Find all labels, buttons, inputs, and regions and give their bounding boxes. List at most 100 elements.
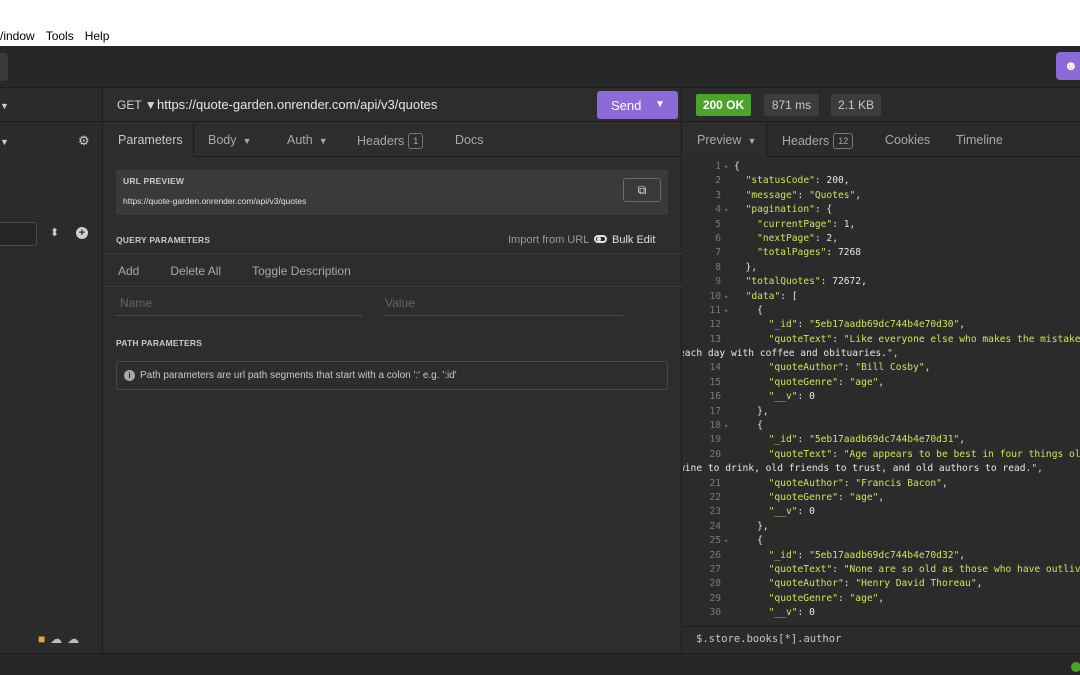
online-indicator: [1071, 662, 1080, 672]
tab-docs[interactable]: Docs: [455, 123, 483, 157]
code-line: 14 "quoteAuthor": "Bill Cosby",: [683, 361, 1080, 375]
size-badge: 2.1 KB: [831, 94, 881, 116]
fold-icon[interactable]: ▾: [724, 290, 728, 304]
menu-window[interactable]: /indow: [0, 29, 35, 43]
param-value-input[interactable]: Value: [383, 292, 623, 316]
delete-all-button[interactable]: Delete All: [170, 264, 221, 278]
line-number: 13: [709, 333, 721, 345]
code-line: 23 "__v": 0: [683, 505, 1080, 519]
code-text: "quoteAuthor": "Francis Bacon",: [768, 477, 948, 489]
line-number: 22: [709, 491, 721, 503]
tab-cookies[interactable]: Cookies: [885, 123, 930, 157]
info-icon: i: [124, 370, 135, 381]
send-dropdown-icon[interactable]: ▼: [655, 99, 665, 110]
tab-parameters[interactable]: Parameters: [103, 123, 193, 157]
url-bar: GET ▼ https://quote-garden.onrender.com/…: [103, 88, 682, 122]
method-select[interactable]: GET ▼: [117, 98, 157, 112]
tab-body[interactable]: Body ▼: [208, 123, 251, 157]
fold-icon[interactable]: ▾: [724, 304, 728, 318]
menu-help[interactable]: Help: [85, 29, 110, 43]
tab-headers[interactable]: Headers 1: [357, 123, 424, 157]
code-text: "totalQuotes": 72672,: [745, 276, 867, 288]
send-button[interactable]: Send ▼: [597, 91, 678, 119]
code-line: 7 "totalPages": 7268: [683, 246, 1080, 260]
line-number: 3: [715, 189, 721, 201]
code-line: 12 "_id": "5eb17aadb69dc744b4e70d30",: [683, 318, 1080, 332]
code-text: "totalPages": 7268: [757, 247, 862, 259]
time-badge: 871 ms: [764, 94, 819, 116]
fold-icon[interactable]: ▾: [724, 534, 728, 548]
line-number: 20: [709, 448, 721, 460]
sidebar-filter-input[interactable]: [0, 222, 37, 246]
sidebar-header[interactable]: ▼: [0, 88, 103, 122]
toggle-description-button[interactable]: Toggle Description: [252, 264, 351, 278]
cloud-sync-icon[interactable]: ☁: [67, 632, 79, 646]
code-text: {: [734, 161, 740, 172]
cloud-icon[interactable]: ☁: [50, 632, 62, 646]
url-input[interactable]: https://quote-garden.onrender.com/api/v3…: [157, 97, 437, 112]
code-text: },: [734, 520, 769, 532]
code-text: "quoteAuthor": "Bill Cosby",: [768, 362, 931, 374]
tab-timeline[interactable]: Timeline: [956, 123, 1003, 157]
line-number: 24: [709, 520, 721, 532]
cube-icon[interactable]: ■: [38, 632, 45, 646]
tab-response-headers[interactable]: Headers 12: [782, 123, 854, 157]
user-icon: ☻: [1064, 58, 1078, 73]
code-text: "pagination": {: [745, 204, 833, 216]
code-line: 2 "statusCode": 200,: [683, 174, 1080, 188]
bulk-edit-toggle[interactable]: [594, 235, 607, 243]
request-pane: GET ▼ https://quote-garden.onrender.com/…: [103, 88, 682, 653]
code-text: "nextPage": 2,: [757, 232, 838, 244]
sidebar: ▼ ▼ ⚙ ⬍ + ■ ☁ ☁: [0, 88, 103, 653]
line-number: 16: [709, 391, 721, 403]
line-number: 7: [715, 247, 721, 259]
invite-user-button[interactable]: ☻: [1056, 52, 1080, 80]
code-line: 19 "_id": "5eb17aadb69dc744b4e70d31",: [683, 433, 1080, 447]
path-params-notice: i Path parameters are url path segments …: [116, 361, 668, 390]
url-preview-value: https://quote-garden.onrender.com/api/v3…: [123, 196, 307, 206]
tab-auth[interactable]: Auth ▼: [287, 123, 328, 157]
line-number: 14: [709, 362, 721, 374]
line-number: 23: [709, 506, 721, 518]
bulk-edit-button[interactable]: Bulk Edit: [612, 234, 655, 246]
code-line: 16 "__v": 0: [683, 390, 1080, 404]
fold-icon[interactable]: ▾: [724, 203, 728, 217]
code-line: 10 ▾ "data": [: [683, 290, 1080, 304]
fold-icon[interactable]: ▾: [724, 160, 728, 174]
code-line: 30 "__v": 0: [683, 606, 1080, 620]
code-line: 28 "quoteAuthor": "Henry David Thoreau",: [683, 577, 1080, 591]
code-text: "message": "Quotes",: [745, 189, 862, 201]
code-text: "__v": 0: [768, 391, 815, 403]
environment-dropdown-icon[interactable]: ▼: [0, 137, 9, 147]
code-text: "quoteAuthor": "Henry David Thoreau",: [768, 578, 983, 590]
code-line: 25 ▾ {: [683, 534, 1080, 548]
status-bar: [0, 653, 1080, 675]
gear-icon[interactable]: ⚙: [78, 133, 90, 149]
sort-icon[interactable]: ⬍: [50, 226, 59, 239]
code-line-wrap: each day with coffee and obituaries.",: [683, 347, 1080, 361]
add-request-icon[interactable]: +: [76, 227, 88, 239]
code-text: "quoteText": "None are so old as those w…: [768, 563, 1080, 575]
fold-icon[interactable]: ▾: [724, 419, 728, 433]
line-number: 26: [709, 549, 721, 561]
code-line: 3 "message": "Quotes",: [683, 189, 1080, 203]
code-text: "currentPage": 1,: [757, 218, 856, 230]
response-filter-input[interactable]: $.store.books[*].author: [696, 633, 841, 645]
code-line: 9 "totalQuotes": 72672,: [683, 275, 1080, 289]
workspace-button[interactable]: [0, 53, 8, 81]
tab-preview[interactable]: Preview ▼: [683, 123, 767, 157]
response-body[interactable]: 1 ▾{2 "statusCode": 200, 3 "message": "Quo…: [683, 160, 1080, 621]
request-tabs: Parameters Body ▼ Auth ▼ Headers 1 Docs: [103, 123, 682, 157]
code-text: {: [734, 420, 763, 432]
code-line: 6 "nextPage": 2,: [683, 232, 1080, 246]
line-number: 9: [715, 276, 721, 288]
response-filter[interactable]: $.store.books[*].author: [683, 626, 1080, 653]
import-from-url-button[interactable]: Import from URL: [508, 234, 589, 246]
response-tabs: Preview ▼ Headers 12 Cookies Timeline: [683, 123, 1080, 157]
copy-url-button[interactable]: ⧉: [623, 178, 661, 202]
add-param-button[interactable]: Add: [118, 264, 139, 278]
menu-tools[interactable]: Tools: [46, 29, 74, 43]
param-name-input[interactable]: Name: [116, 292, 362, 316]
code-text-continued: wine to drink, old friends to trust, and…: [683, 463, 1043, 475]
code-line: 22 "quoteGenre": "age",: [683, 491, 1080, 505]
